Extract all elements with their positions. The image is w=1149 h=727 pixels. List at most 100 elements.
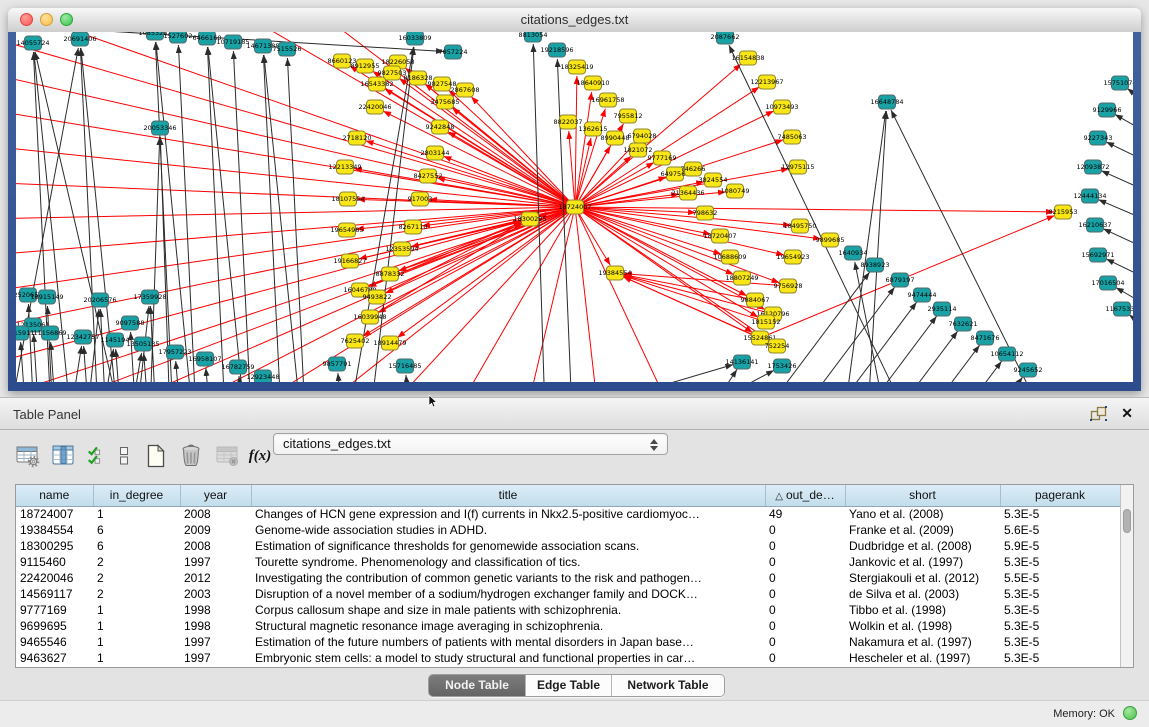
table-row[interactable]: 2242004622012Investigating the contribut… bbox=[16, 570, 1120, 586]
table-cell[interactable]: 1 bbox=[93, 602, 180, 618]
table-cell[interactable]: Dudbridge et al. (2008) bbox=[845, 538, 1000, 554]
table-row[interactable]: 1830029562008Estimation of significance … bbox=[16, 538, 1120, 554]
table-cell[interactable]: 22420046 bbox=[16, 570, 93, 586]
table-cell[interactable]: 0 bbox=[765, 522, 845, 538]
table-row[interactable]: 969969511998Structural magnetic resonanc… bbox=[16, 618, 1120, 634]
table-cell[interactable]: 0 bbox=[765, 586, 845, 602]
table-cell[interactable]: 2008 bbox=[180, 506, 251, 522]
table-cell[interactable]: 2008 bbox=[180, 538, 251, 554]
table-cell[interactable]: 5.6E-5 bbox=[1000, 522, 1120, 538]
table-cell[interactable]: Franke et al. (2009) bbox=[845, 522, 1000, 538]
table-cell[interactable]: 1 bbox=[93, 506, 180, 522]
table-cell[interactable]: 14569117 bbox=[16, 586, 93, 602]
column-header-title[interactable]: title bbox=[251, 485, 765, 506]
table-cell[interactable]: 1998 bbox=[180, 618, 251, 634]
table-row[interactable]: 946362711997Embryonic stem cells: a mode… bbox=[16, 650, 1120, 666]
table-cell[interactable]: 49 bbox=[765, 506, 845, 522]
table-cell[interactable]: 6 bbox=[93, 538, 180, 554]
tab-network-table[interactable]: Network Table bbox=[611, 675, 724, 696]
table-mode-button[interactable] bbox=[12, 441, 44, 471]
table-cell[interactable]: 5.9E-5 bbox=[1000, 538, 1120, 554]
create-column-button[interactable] bbox=[140, 441, 172, 471]
table-cell[interactable]: Disruption of a novel member of a sodium… bbox=[251, 586, 765, 602]
table-cell[interactable]: 18300295 bbox=[16, 538, 93, 554]
table-cell[interactable]: 1 bbox=[93, 634, 180, 650]
table-cell[interactable]: 9777169 bbox=[16, 602, 93, 618]
column-header-out_de[interactable]: △out_de… bbox=[765, 485, 845, 506]
table-cell[interactable]: Yano et al. (2008) bbox=[845, 506, 1000, 522]
table-cell[interactable]: 1997 bbox=[180, 650, 251, 666]
show-columns-button[interactable] bbox=[48, 441, 80, 471]
table-cell[interactable]: 0 bbox=[765, 650, 845, 666]
table-cell[interactable]: 5.3E-5 bbox=[1000, 506, 1120, 522]
table-cell[interactable]: 5.3E-5 bbox=[1000, 554, 1120, 570]
column-header-pagerank[interactable]: pagerank bbox=[1000, 485, 1120, 506]
table-cell[interactable]: Investigating the contribution of common… bbox=[251, 570, 765, 586]
table-row[interactable]: 1456911722003Disruption of a novel membe… bbox=[16, 586, 1120, 602]
table-cell[interactable]: Jankovic et al. (1997) bbox=[845, 554, 1000, 570]
table-cell[interactable]: Hescheler et al. (1997) bbox=[845, 650, 1000, 666]
table-cell[interactable]: Tibbo et al. (1998) bbox=[845, 602, 1000, 618]
table-cell[interactable]: 1997 bbox=[180, 554, 251, 570]
table-cell[interactable]: Changes of HCN gene expression and I(f) … bbox=[251, 506, 765, 522]
table-cell[interactable]: Tourette syndrome. Phenomenology and cla… bbox=[251, 554, 765, 570]
memory-status-indicator[interactable] bbox=[1123, 706, 1137, 720]
table-cell[interactable]: de Silva et al. (2003) bbox=[845, 586, 1000, 602]
table-vertical-scrollbar[interactable] bbox=[1120, 485, 1133, 667]
tab-node-table[interactable]: Node Table bbox=[429, 675, 525, 696]
table-cell[interactable]: 0 bbox=[765, 618, 845, 634]
float-panel-button[interactable] bbox=[1090, 406, 1107, 422]
table-cell[interactable]: Estimation of the future numbers of pati… bbox=[251, 634, 765, 650]
table-cell[interactable]: 0 bbox=[765, 570, 845, 586]
table-cell[interactable]: 6 bbox=[93, 522, 180, 538]
column-header-short[interactable]: short bbox=[845, 485, 1000, 506]
table-cell[interactable]: 0 bbox=[765, 538, 845, 554]
table-cell[interactable]: 9463627 bbox=[16, 650, 93, 666]
table-cell[interactable]: Estimation of significance thresholds fo… bbox=[251, 538, 765, 554]
table-row[interactable]: 911546021997Tourette syndrome. Phenomeno… bbox=[16, 554, 1120, 570]
table-row[interactable]: 1938455462009Genome-wide association stu… bbox=[16, 522, 1120, 538]
table-cell[interactable]: 5.3E-5 bbox=[1000, 650, 1120, 666]
delete-columns-button[interactable] bbox=[176, 441, 208, 471]
table-cell[interactable]: 2009 bbox=[180, 522, 251, 538]
table-cell[interactable]: Nakamura et al. (1997) bbox=[845, 634, 1000, 650]
table-row[interactable]: 977716911998Corpus callosum shape and si… bbox=[16, 602, 1120, 618]
table-cell[interactable]: Corpus callosum shape and size in male p… bbox=[251, 602, 765, 618]
table-cell[interactable]: 5.3E-5 bbox=[1000, 634, 1120, 650]
table-cell[interactable]: Genome-wide association studies in ADHD. bbox=[251, 522, 765, 538]
table-cell[interactable]: 2012 bbox=[180, 570, 251, 586]
network-window-titlebar[interactable]: citations_edges.txt bbox=[8, 8, 1141, 33]
table-cell[interactable]: 1997 bbox=[180, 634, 251, 650]
function-builder-button[interactable]: f(x) bbox=[248, 441, 272, 471]
table-cell[interactable]: 2 bbox=[93, 554, 180, 570]
column-header-year[interactable]: year bbox=[180, 485, 251, 506]
table-cell[interactable]: 5.3E-5 bbox=[1000, 618, 1120, 634]
row-height-button[interactable] bbox=[112, 441, 136, 471]
table-cell[interactable]: 1998 bbox=[180, 602, 251, 618]
network-canvas[interactable]: 1405572420691406108532871527602646616010… bbox=[16, 32, 1133, 382]
table-cell[interactable]: 9699695 bbox=[16, 618, 93, 634]
table-cell[interactable]: 9115460 bbox=[16, 554, 93, 570]
table-cell[interactable]: 2 bbox=[93, 570, 180, 586]
table-row[interactable]: 946554611997Estimation of the future num… bbox=[16, 634, 1120, 650]
table-cell[interactable]: 5.5E-5 bbox=[1000, 570, 1120, 586]
select-rows-button[interactable] bbox=[84, 441, 108, 471]
table-cell[interactable]: 19384554 bbox=[16, 522, 93, 538]
table-cell[interactable]: 1 bbox=[93, 618, 180, 634]
table-cell[interactable]: Embryonic stem cells: a model to study s… bbox=[251, 650, 765, 666]
table-cell[interactable]: 2 bbox=[93, 586, 180, 602]
table-cell[interactable]: 2003 bbox=[180, 586, 251, 602]
table-cell[interactable]: 1 bbox=[93, 650, 180, 666]
table-cell[interactable]: 0 bbox=[765, 602, 845, 618]
column-header-name[interactable]: name bbox=[16, 485, 93, 506]
tab-edge-table[interactable]: Edge Table bbox=[525, 675, 611, 696]
table-cell[interactable]: 5.3E-5 bbox=[1000, 602, 1120, 618]
table-row[interactable]: 1872400712008Changes of HCN gene express… bbox=[16, 506, 1120, 522]
table-cell[interactable]: 0 bbox=[765, 634, 845, 650]
network-selector[interactable]: citations_edges.txt bbox=[273, 433, 668, 455]
table-cell[interactable]: Wolkin et al. (1998) bbox=[845, 618, 1000, 634]
close-panel-icon[interactable]: ✕ bbox=[1121, 405, 1133, 421]
table-cell[interactable]: 0 bbox=[765, 554, 845, 570]
table-cell[interactable]: 5.3E-5 bbox=[1000, 586, 1120, 602]
table-cell[interactable]: 9465546 bbox=[16, 634, 93, 650]
